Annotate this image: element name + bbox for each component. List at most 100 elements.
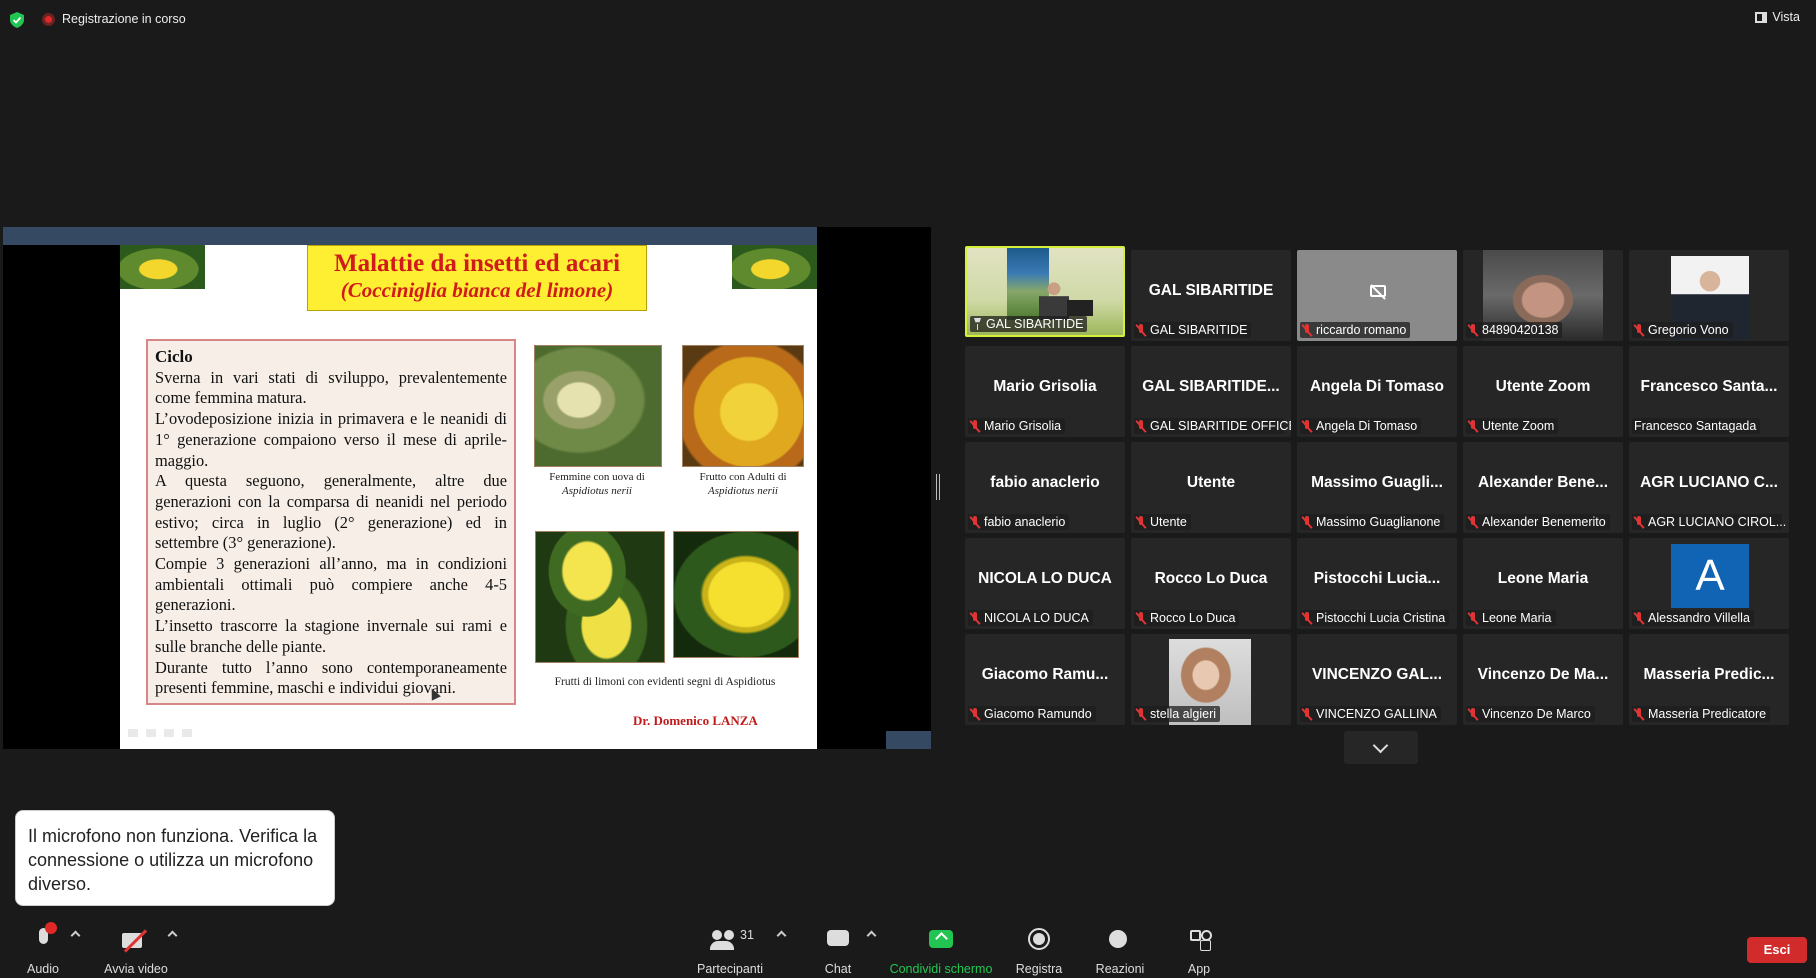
audio-options-chevron-icon[interactable] — [70, 930, 81, 941]
record-label: Registra — [1015, 962, 1063, 976]
participant-label: stella algieri — [1134, 706, 1221, 722]
participant-avatar: A — [1671, 544, 1749, 608]
participant-tile[interactable]: Gregorio Vono — [1629, 250, 1789, 341]
participant-tile[interactable]: Angela Di Tomaso Angela Di Tomaso — [1297, 346, 1457, 437]
mic-muted-icon — [1468, 323, 1478, 337]
mic-muted-icon — [1302, 323, 1312, 337]
view-button[interactable]: Vista — [1755, 10, 1800, 24]
panel-splitter[interactable] — [936, 474, 940, 500]
participant-tile[interactable]: riccardo romano — [1297, 250, 1457, 341]
gallery-next-page-button[interactable] — [1344, 731, 1418, 764]
participant-tile[interactable]: NICOLA LO DUCA NICOLA LO DUCA — [965, 538, 1125, 629]
mic-muted-icon — [1136, 611, 1146, 625]
slide-corner-band — [886, 731, 931, 749]
participant-name: Leone Maria — [1497, 570, 1589, 587]
participant-name: Pistocchi Lucia... — [1313, 570, 1441, 587]
shield-icon[interactable] — [10, 12, 24, 28]
participant-tile[interactable]: Utente Zoom Utente Zoom — [1463, 346, 1623, 437]
participant-tile[interactable]: VINCENZO GAL... VINCENZO GALLINA — [1297, 634, 1457, 725]
participant-tile[interactable]: stella algieri — [1131, 634, 1291, 725]
participant-tile[interactable]: Massimo Guagli... Massimo Guaglianone — [1297, 442, 1457, 533]
toast-message: Il microfono non funziona. Verifica la c… — [28, 826, 318, 894]
cycle-paragraph: L’ovodeposizione inizia in primavera e l… — [155, 409, 507, 470]
reactions-label: Reazioni — [1095, 962, 1145, 976]
participant-label: 84890420138 — [1466, 322, 1563, 338]
participant-tile[interactable]: Vincenzo De Ma... Vincenzo De Marco — [1463, 634, 1623, 725]
participant-label: Giacomo Ramundo — [968, 706, 1096, 722]
participant-name: Utente Zoom — [1495, 378, 1591, 395]
mic-muted-icon — [1136, 707, 1146, 721]
mic-muted-icon — [1136, 515, 1146, 529]
video-label: Avvia video — [104, 962, 168, 976]
participant-tile[interactable]: Leone Maria Leone Maria — [1463, 538, 1623, 629]
participant-tile[interactable]: AGR LUCIANO C... AGR LUCIANO CIROL... — [1629, 442, 1789, 533]
top-bar: Registrazione in corso Vista — [0, 0, 1816, 38]
photo-females-eggs — [534, 345, 662, 467]
mic-muted-icon — [1634, 323, 1644, 337]
cycle-paragraph: L’insetto trascorre la stagione invernal… — [155, 616, 507, 656]
participant-tile[interactable]: Masseria Predic... Masseria Predicatore — [1629, 634, 1789, 725]
participant-tile[interactable]: GAL SIBARITIDE — [965, 246, 1125, 337]
participant-label: Leone Maria — [1466, 610, 1556, 626]
participant-label: Alessandro Villella — [1632, 610, 1754, 626]
participant-name: Massimo Guagli... — [1311, 474, 1443, 491]
audio-label: Audio — [27, 962, 59, 976]
photo-fruit-adults — [682, 345, 804, 467]
participant-name: fabio anaclerio — [990, 474, 1100, 491]
participant-tile[interactable]: Alexander Bene... Alexander Benemerito — [1463, 442, 1623, 533]
participant-label: NICOLA LO DUCA — [968, 610, 1093, 626]
participant-label: Massimo Guaglianone — [1300, 514, 1445, 530]
participant-tile[interactable]: Francesco Santa... Francesco Santagada — [1629, 346, 1789, 437]
caption-fruit-line2: Aspidiotus nerii — [708, 485, 778, 497]
participant-tile[interactable]: Giacomo Ramu... Giacomo Ramundo — [965, 634, 1125, 725]
mic-error-toast: Il microfono non funziona. Verifica la c… — [15, 810, 335, 906]
apps-button[interactable]: App — [1180, 916, 1218, 978]
participants-label: Partecipanti — [696, 962, 763, 976]
participant-tile[interactable]: Pistocchi Lucia... Pistocchi Lucia Crist… — [1297, 538, 1457, 629]
photo-lemons-tree — [535, 531, 665, 663]
participant-tile[interactable]: A Alessandro Villella — [1629, 538, 1789, 629]
mic-muted-icon — [1136, 419, 1146, 433]
chat-button[interactable]: Chat — [820, 916, 856, 978]
caption-females-line2: Aspidiotus nerii — [562, 485, 632, 497]
participant-tile[interactable]: Utente Utente — [1131, 442, 1291, 533]
slide-nav-controls — [128, 729, 208, 739]
participant-tile[interactable]: GAL SIBARITIDE... GAL SIBARITIDE OFFICE — [1131, 346, 1291, 437]
participant-tile[interactable]: GAL SIBARITIDE GAL SIBARITIDE — [1131, 250, 1291, 341]
meeting-toolbar: Audio Avvia video 31 Partecipanti Chat C… — [0, 916, 1816, 978]
participant-tile[interactable]: 84890420138 — [1463, 250, 1623, 341]
participants-button[interactable]: 31 Partecipanti — [692, 916, 768, 978]
participant-name: Francesco Santa... — [1640, 378, 1778, 395]
mic-muted-icon — [1468, 611, 1478, 625]
participant-tile[interactable]: Mario Grisolia Mario Grisolia — [965, 346, 1125, 437]
caption-fruit-line1: Frutto con Adulti di — [699, 471, 787, 483]
participant-label: Alexander Benemerito — [1466, 514, 1610, 530]
record-button[interactable]: Registra — [1010, 916, 1068, 978]
chat-options-chevron-icon[interactable] — [866, 930, 877, 941]
mic-muted-icon — [1468, 419, 1478, 433]
shared-screen[interactable]: Malattie da insetti ed acari (Coccinigli… — [3, 227, 931, 749]
apps-label: App — [1187, 962, 1211, 976]
participant-tile[interactable]: fabio anaclerio fabio anaclerio — [965, 442, 1125, 533]
chat-icon — [827, 928, 849, 956]
cycle-text-box: Ciclo Sverna in vari stati di sviluppo, … — [146, 339, 516, 705]
slide-header-band — [120, 227, 817, 245]
reactions-button[interactable]: Reazioni — [1092, 916, 1148, 978]
share-screen-button[interactable]: Condividi schermo — [888, 916, 994, 978]
participants-options-chevron-icon[interactable] — [776, 930, 787, 941]
reactions-icon — [1109, 928, 1131, 956]
participant-label: Utente — [1134, 514, 1191, 530]
participant-name: GAL SIBARITIDE... — [1142, 378, 1280, 395]
video-button[interactable]: Avvia video — [100, 916, 172, 978]
participant-label: Mario Grisolia — [968, 418, 1066, 434]
participant-label: Vincenzo De Marco — [1466, 706, 1595, 722]
mic-muted-icon — [970, 707, 980, 721]
audio-button[interactable]: Audio — [22, 916, 64, 978]
lemon-corner-image-left — [120, 245, 205, 289]
participant-tile[interactable]: Rocco Lo Duca Rocco Lo Duca — [1131, 538, 1291, 629]
participant-name: Giacomo Ramu... — [981, 666, 1109, 683]
mic-muted-icon — [1468, 515, 1478, 529]
recording-indicator[interactable]: Registrazione in corso — [42, 10, 186, 28]
participant-label: Pistocchi Lucia Cristina — [1300, 610, 1450, 626]
leave-meeting-button[interactable]: Esci — [1747, 937, 1807, 963]
